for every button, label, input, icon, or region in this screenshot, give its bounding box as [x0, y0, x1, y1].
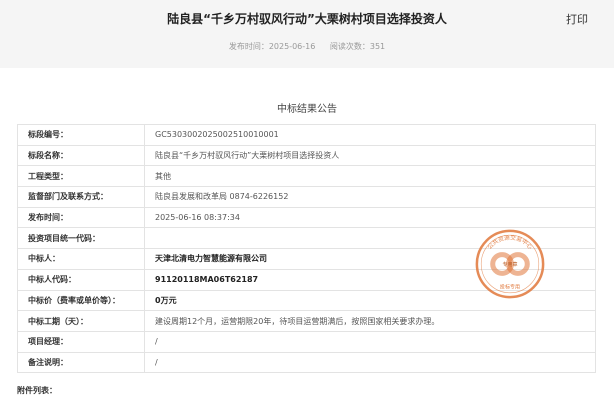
row-label: 项目经理：	[17, 330, 145, 353]
page-title: 陆良县“千乡万村驭风行动”大栗树村项目选择投资人	[167, 12, 447, 26]
table-row: 工程类型： 其他	[17, 165, 596, 188]
row-value: GC5303002025002510010001	[144, 124, 596, 146]
publish-info: 发布时间：2025-06-16	[229, 42, 316, 51]
row-label: 中标人：	[17, 248, 145, 270]
seal-bottom-text: 投标专用	[500, 283, 520, 290]
seal-center-text: 专用章	[502, 261, 517, 268]
row-label: 投资项目统一代码：	[17, 227, 145, 250]
publish-date: 2025-06-16	[268, 42, 316, 51]
row-value: 2025-06-16 08:37:34	[144, 206, 596, 229]
row-value: 陆良县“千乡万村驭风行动”大栗树村项目选择投资人	[144, 144, 596, 167]
row-label: 备注说明：	[17, 351, 145, 374]
article-meta: 发布时间：2025-06-16 阅读次数：351	[0, 41, 614, 52]
row-label: 监督部门及联系方式：	[17, 186, 145, 208]
row-label: 标段编号：	[17, 124, 145, 146]
row-label: 标段名称：	[17, 144, 145, 167]
views-label: 阅读次数：	[329, 42, 370, 51]
row-value: 建设周期12个月，运营期限20年，待项目运营期满后，按照国家相关要求办理。	[144, 310, 596, 332]
views-count: 351	[369, 42, 386, 51]
publish-label: 发布时间：	[228, 42, 269, 51]
row-label: 中标人代码：	[17, 268, 145, 291]
views-info: 阅读次数：351	[330, 42, 385, 51]
row-label: 中标工期（天）：	[17, 310, 145, 332]
table-row: 备注说明： /	[17, 351, 596, 374]
attachments-label: 附件列表：	[17, 386, 57, 395]
row-value: /	[144, 330, 596, 353]
row-label: 发布时间：	[17, 206, 145, 229]
notice-subtitle: 中标结果公告	[277, 104, 337, 115]
row-label: 工程类型：	[17, 165, 145, 188]
table-row: 标段名称： 陆良县“千乡万村驭风行动”大栗树村项目选择投资人	[17, 144, 596, 167]
table-row: 项目经理： /	[17, 330, 596, 353]
row-label: 中标价（费率或单价等）：	[17, 289, 145, 312]
page-header: 陆良县“千乡万村驭风行动”大栗树村项目选择投资人 打印 发布时间：2025-06…	[0, 0, 614, 68]
row-value: 陆良县发展和改革局 0874-6226152	[144, 186, 596, 208]
table-row: 标段编号： GC5303002025002510010001	[17, 124, 596, 146]
row-value: /	[144, 351, 596, 374]
print-button[interactable]: 打印	[566, 11, 588, 27]
table-row: 监督部门及联系方式： 陆良县发展和改革局 0874-6226152	[17, 186, 596, 208]
official-seal-icon: 公共资源交易中心 专用章 投标专用	[475, 229, 545, 299]
row-value: 其他	[144, 165, 596, 188]
table-row: 发布时间： 2025-06-16 08:37:34	[17, 206, 596, 229]
table-row: 中标工期（天）： 建设周期12个月，运营期限20年，待项目运营期满后，按照国家相关…	[17, 310, 596, 332]
